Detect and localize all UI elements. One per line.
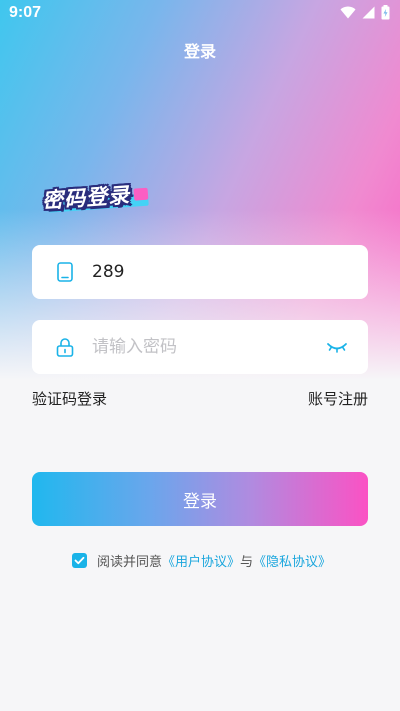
password-input[interactable]	[92, 320, 312, 374]
agreement-connector: 与	[240, 554, 254, 570]
phone-field	[32, 245, 368, 299]
agreement-prefix: 阅读并同意	[97, 554, 163, 570]
auth-links-row: 验证码登录 账号注册	[32, 388, 368, 410]
agreement-row: 阅读并同意 《用户协议》 与 《隐私协议》	[72, 550, 331, 570]
password-login-logo: 密码登录	[37, 177, 149, 218]
wifi-icon	[340, 6, 356, 19]
page-title: 登录	[183, 42, 216, 61]
password-field	[32, 320, 368, 374]
eye-closed-icon[interactable]	[326, 337, 348, 357]
register-link[interactable]: 账号注册	[308, 388, 368, 409]
privacy-policy-link[interactable]: 《隐私协议》	[253, 551, 331, 570]
check-icon	[74, 556, 85, 564]
battery-icon	[381, 5, 390, 20]
login-button[interactable]: 登录	[32, 472, 368, 526]
login-screen: 9:07 登录 密码登录 289 验证码登录 账号注册 登录 阅读并同意 《用户…	[0, 0, 400, 711]
phone-input[interactable]	[92, 245, 312, 299]
logo-text: 密码登录	[41, 182, 131, 214]
lock-icon	[56, 338, 74, 357]
signal-icon	[362, 6, 375, 19]
logo-accent-pink	[133, 187, 149, 201]
sms-login-link[interactable]: 验证码登录	[32, 388, 107, 409]
status-bar: 9:07	[0, 0, 400, 28]
agreement-checkbox[interactable]	[72, 552, 87, 568]
status-icons	[340, 5, 390, 20]
phone-icon	[57, 262, 73, 282]
user-agreement-link[interactable]: 《用户协议》	[162, 551, 240, 570]
status-time: 9:07	[9, 4, 42, 21]
